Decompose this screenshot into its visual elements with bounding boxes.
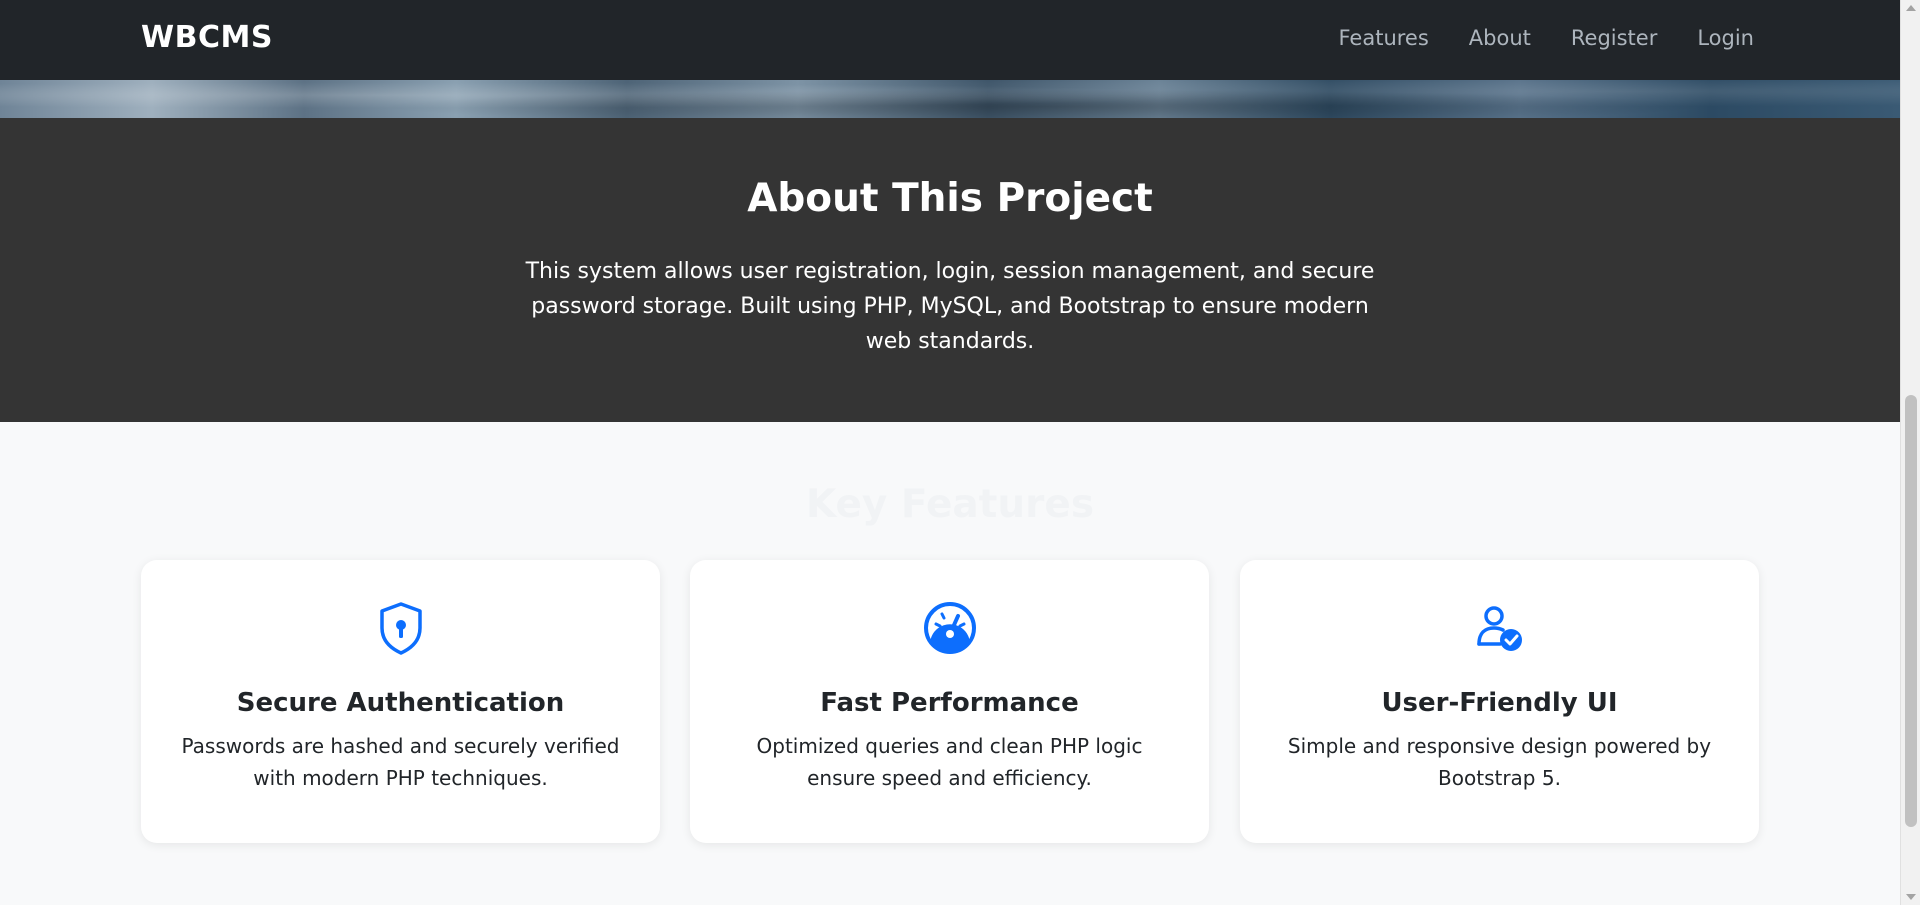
feature-card-secure-auth: Secure Authentication Passwords are hash… — [141, 560, 660, 843]
nav-link-about[interactable]: About — [1469, 26, 1531, 50]
page: WBCMS Features About Register Login Abou… — [0, 0, 1920, 905]
hero-image-strip — [0, 80, 1900, 118]
scroll-down-arrow-icon[interactable] — [1906, 894, 1916, 900]
feature-card-title: Fast Performance — [820, 688, 1079, 718]
feature-card-user-friendly: User-Friendly UI Simple and responsive d… — [1240, 560, 1759, 843]
nav-link-register[interactable]: Register — [1571, 26, 1657, 50]
feature-card-title: User-Friendly UI — [1381, 688, 1618, 718]
user-check-icon — [1240, 600, 1759, 656]
scrollbar-thumb[interactable] — [1905, 395, 1917, 827]
feature-card-description: Simple and responsive design powered by … — [1287, 734, 1712, 790]
about-section: About This Project This system allows us… — [0, 118, 1900, 422]
nav-link-login[interactable]: Login — [1697, 26, 1754, 50]
nav-link-features[interactable]: Features — [1338, 26, 1428, 50]
scroll-up-arrow-icon[interactable] — [1906, 5, 1916, 11]
speedometer-icon — [690, 600, 1209, 656]
navbar: WBCMS Features About Register Login — [0, 0, 1900, 80]
about-description: This system allows user registration, lo… — [525, 259, 1375, 354]
nav-links: Features About Register Login — [1338, 26, 1754, 50]
brand-logo[interactable]: WBCMS — [141, 20, 273, 55]
feature-card-description: Optimized queries and clean PHP logic en… — [756, 734, 1143, 790]
feature-card-fast-performance: Fast Performance Optimized queries and c… — [690, 560, 1209, 843]
about-title: About This Project — [747, 176, 1153, 221]
features-section: Key Features Secure Authentication Passw… — [0, 422, 1900, 905]
feature-card-title: Secure Authentication — [236, 688, 565, 718]
features-title: Key Features — [805, 482, 1095, 527]
shield-lock-icon — [141, 600, 660, 656]
feature-card-description: Passwords are hashed and securely verifi… — [181, 734, 620, 790]
vertical-scrollbar[interactable] — [1900, 0, 1920, 905]
